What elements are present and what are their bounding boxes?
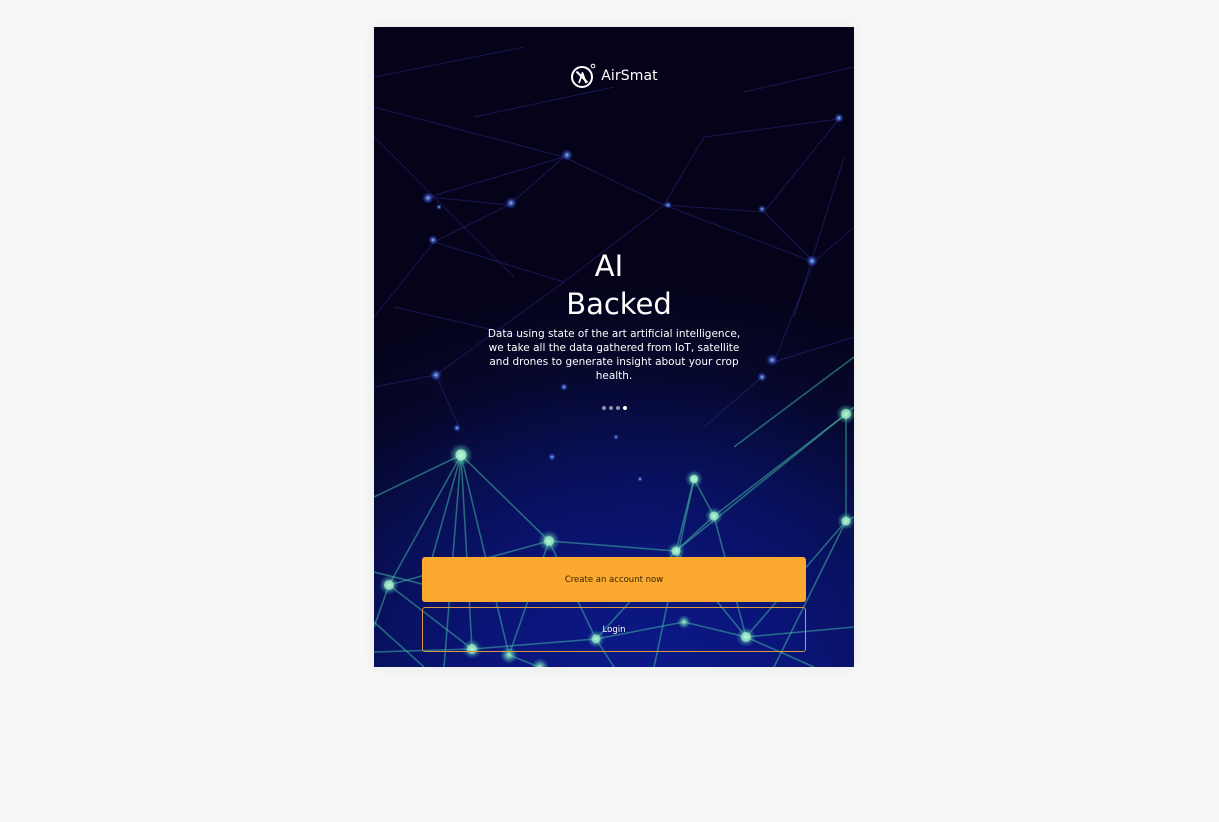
create-account-button[interactable]: Create an account now <box>422 557 806 602</box>
headline-line-1: AI <box>594 249 624 283</box>
login-button[interactable]: Login <box>422 607 806 652</box>
slide-description: Data using state of the art artificial i… <box>487 328 741 382</box>
pagination-dot-1[interactable] <box>601 406 606 410</box>
carousel-pagination <box>374 406 854 410</box>
brand-logo: AirSmat <box>374 62 854 90</box>
slide-headline: AI Backed <box>374 247 854 323</box>
pagination-dot-3[interactable] <box>615 406 620 410</box>
headline-line-2: Backed <box>566 287 672 321</box>
onboarding-screen: AirSmat AI Backed Data using state of th… <box>374 27 854 667</box>
pagination-dot-4-active[interactable] <box>622 406 627 410</box>
brand-name: AirSmat <box>601 68 658 84</box>
airsmat-logo-icon <box>571 63 596 88</box>
pagination-dot-2[interactable] <box>608 406 613 410</box>
